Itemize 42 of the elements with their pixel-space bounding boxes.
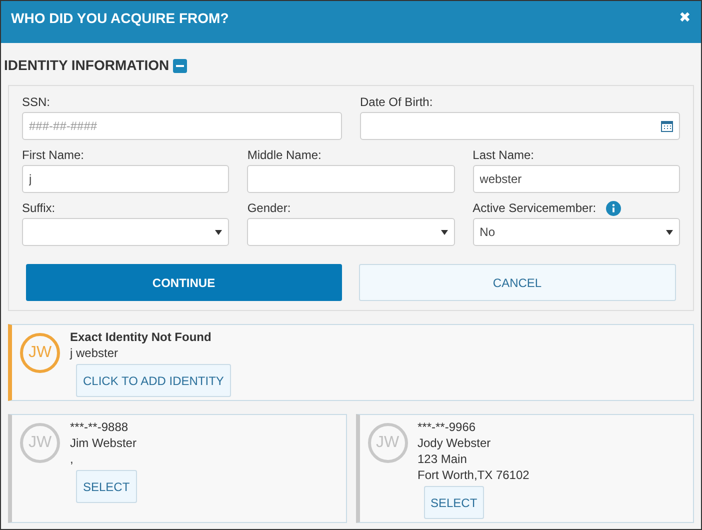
result-line: j webster	[70, 345, 120, 361]
section-title: IDENTITY INFORMATION	[4, 56, 170, 75]
close-button[interactable]: ✖	[679, 8, 691, 24]
field-label: First Name:	[22, 147, 84, 164]
input-field[interactable]: ###-##-####	[22, 112, 342, 140]
select-button[interactable]: SELECT	[424, 486, 484, 519]
field-label: Middle Name:	[247, 147, 322, 164]
input-field[interactable]: webster	[472, 165, 680, 193]
field-label: SSN:	[22, 94, 50, 111]
result-line: Fort Worth,TX 76102	[418, 467, 530, 483]
avatar: JW	[368, 423, 408, 463]
field-label: Active Servicemember:	[472, 200, 596, 217]
input-field[interactable]: j	[22, 165, 230, 193]
info-icon[interactable]	[606, 200, 622, 216]
select-field[interactable]: No	[472, 218, 680, 246]
field-label: Gender:	[247, 200, 291, 217]
avatar: JW	[20, 423, 60, 463]
result-line: 123 Main	[418, 451, 468, 467]
continue-button[interactable]: CONTINUE	[26, 264, 342, 301]
avatar: JW	[20, 333, 60, 373]
select-field[interactable]	[22, 218, 230, 246]
field-label: Date Of Birth:	[360, 94, 433, 111]
cancel-button[interactable]: CANCEL	[358, 264, 676, 301]
result-line: ***-**-9888	[70, 419, 130, 435]
field-label: Suffix:	[22, 200, 56, 217]
select-button[interactable]: SELECT	[76, 470, 137, 503]
caret-icon	[666, 230, 673, 234]
result-line: ,	[70, 451, 74, 467]
calendar-icon	[661, 120, 673, 132]
caret-icon	[440, 230, 448, 234]
result-line: Jody Webster	[418, 435, 492, 451]
result-title: Exact Identity Not Found	[70, 329, 212, 345]
input-field[interactable]	[247, 165, 455, 193]
select-field[interactable]	[247, 218, 455, 246]
collapse-icon[interactable]	[173, 58, 188, 72]
result-line: ***-**-9966	[418, 419, 477, 435]
result-line: Jim Webster	[70, 435, 137, 451]
caret-icon	[215, 230, 222, 234]
dialog-title: WHO DID YOU ACQUIRE FROM?	[11, 9, 229, 28]
field-label: Last Name:	[472, 147, 534, 164]
add-identity-button[interactable]: CLICK TO ADD IDENTITY	[76, 364, 231, 397]
date-field[interactable]	[360, 112, 680, 140]
